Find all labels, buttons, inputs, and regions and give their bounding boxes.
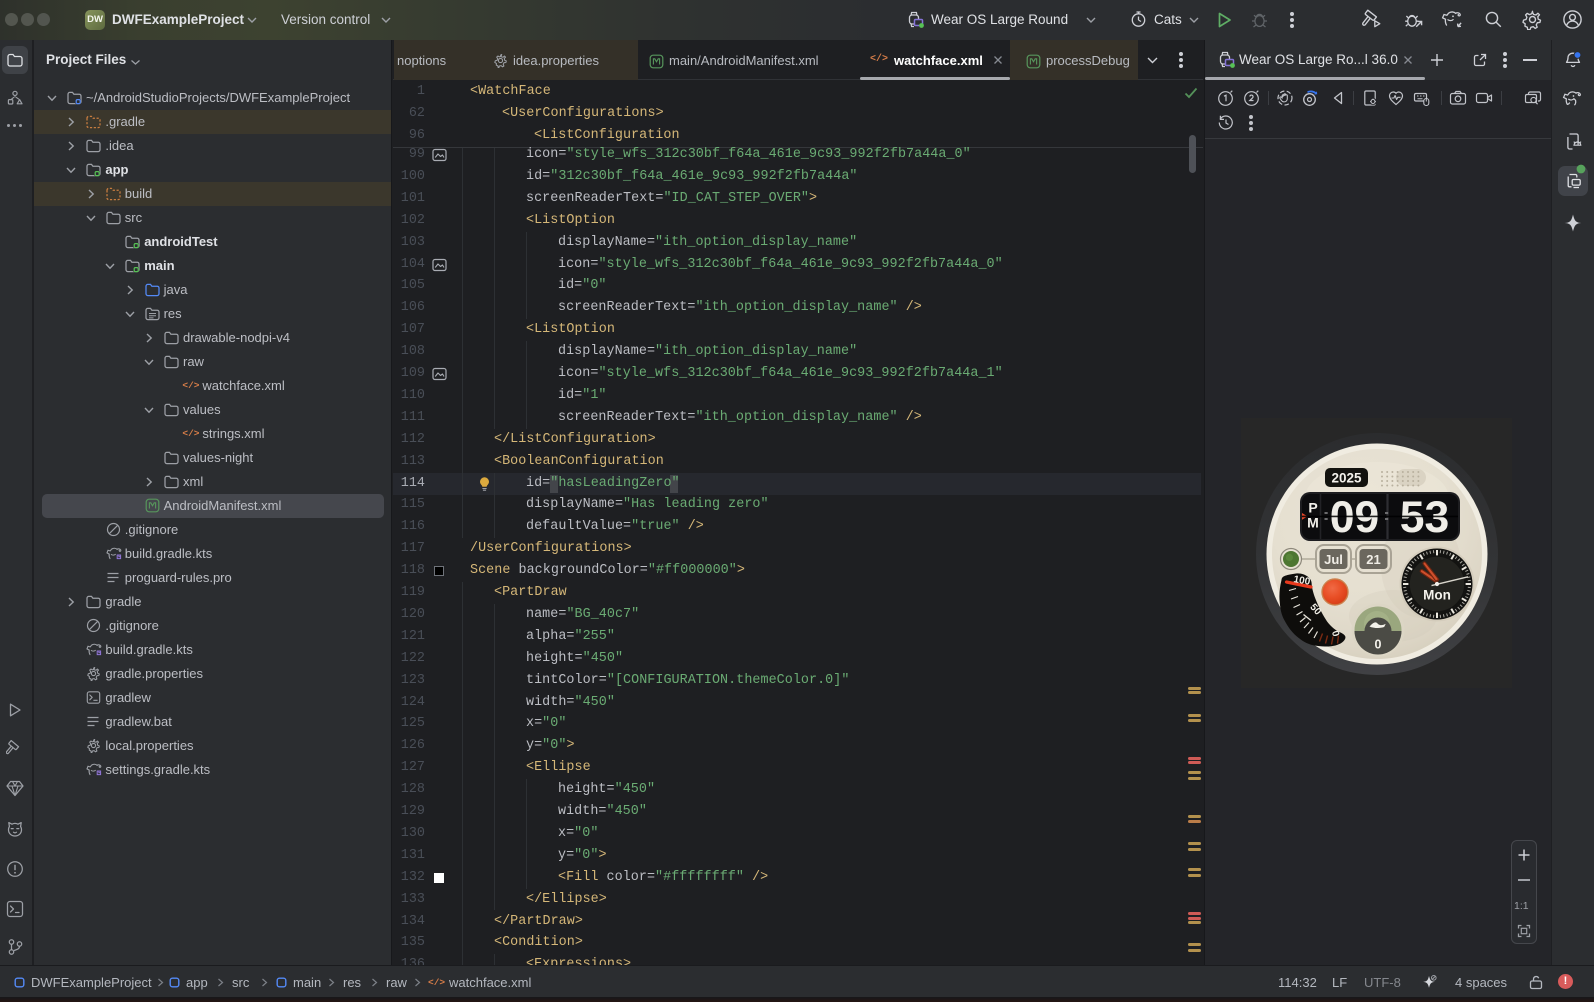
svg-text:53: 53: [1400, 493, 1450, 542]
svg-text:P: P: [1308, 500, 1317, 516]
svg-text:0: 0: [1375, 638, 1382, 652]
svg-text:Jul: Jul: [1324, 552, 1343, 567]
svg-text:Mon: Mon: [1423, 588, 1451, 603]
svg-text:2025: 2025: [1331, 471, 1362, 486]
svg-text:21: 21: [1366, 552, 1380, 567]
svg-text:09: 09: [1330, 493, 1380, 542]
